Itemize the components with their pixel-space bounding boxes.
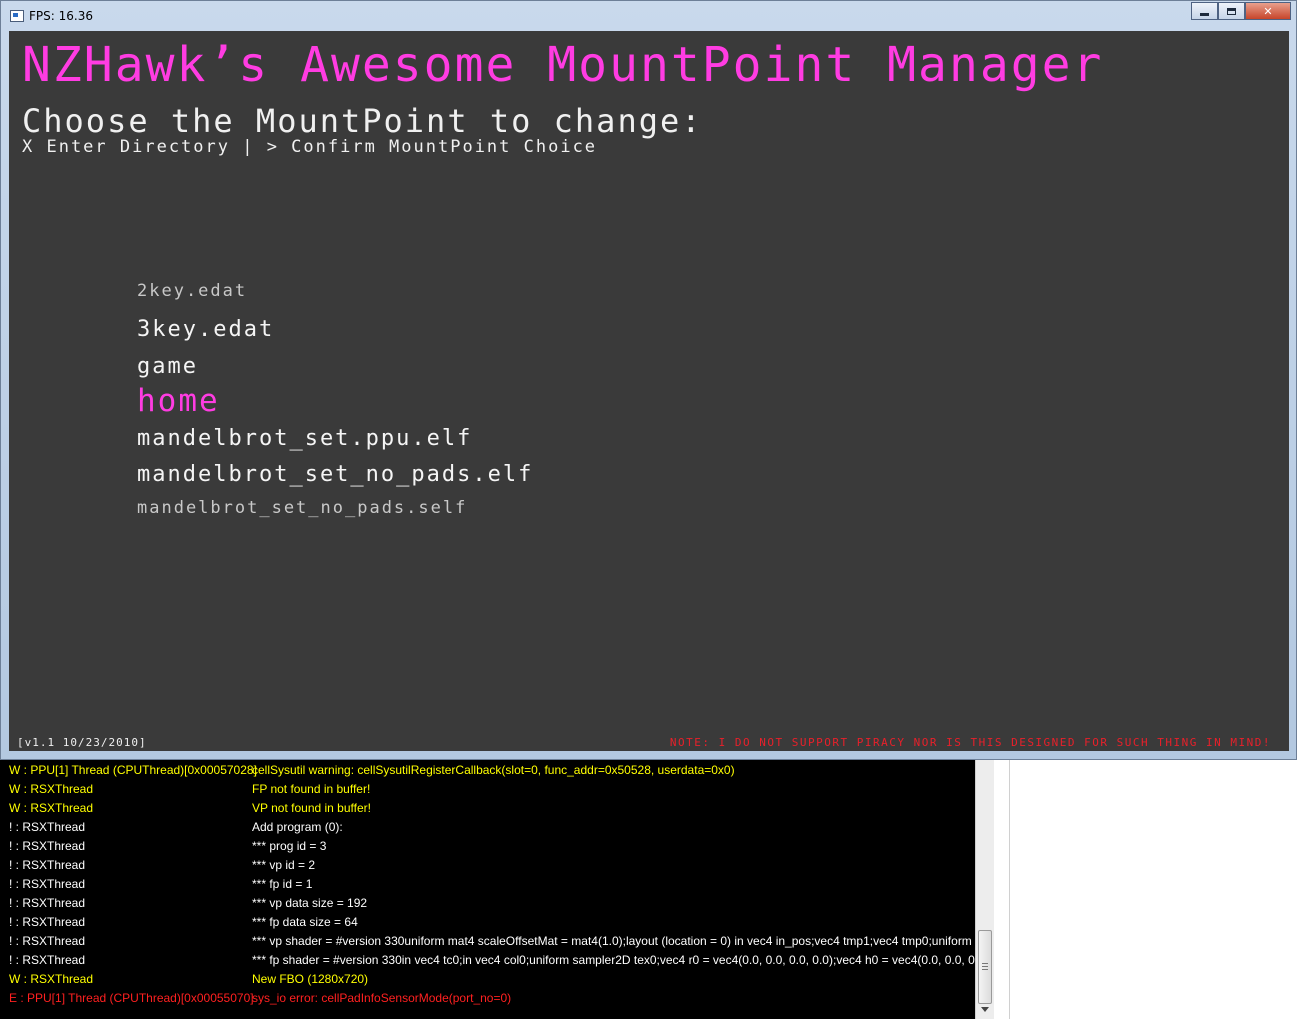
- log-source: ! : RSXThread: [9, 934, 86, 948]
- window-title: FPS: 16.36: [29, 9, 93, 23]
- log-source: ! : RSXThread: [9, 820, 86, 834]
- log-message: *** prog id = 3: [252, 839, 327, 853]
- log-message: *** fp id = 1: [252, 877, 313, 891]
- log-row: E : PPU[1] Thread (CPUThread)[0x00055070…: [0, 988, 975, 1007]
- log-source: W : RSXThread: [9, 782, 94, 796]
- log-source: W : PPU[1] Thread (CPUThread)[0x00057028…: [9, 763, 257, 777]
- minimize-icon: [1200, 12, 1209, 16]
- grip-line: [982, 969, 988, 970]
- window-controls: ✕: [1191, 2, 1291, 22]
- log-message: sys_io error: cellPadInfoSensorMode(port…: [252, 991, 512, 1005]
- log-source: E : PPU[1] Thread (CPUThread)[0x00055070…: [9, 991, 254, 1005]
- log-console[interactable]: W : PPU[1] Thread (CPUThread)[0x00057028…: [0, 760, 975, 1019]
- log-row: W : RSXThread New FBO (1280x720): [0, 969, 975, 988]
- scroll-thumb[interactable]: [978, 930, 992, 1004]
- log-source: ! : RSXThread: [9, 858, 86, 872]
- game-viewport[interactable]: NZHawk’s Awesome MountPoint Manager Choo…: [9, 31, 1289, 751]
- log-message: VP not found in buffer!: [252, 801, 371, 815]
- prompt-heading: Choose the MountPoint to change:: [22, 102, 703, 140]
- log-row: ! : RSXThread *** vp shader = #version 33…: [0, 931, 975, 950]
- piracy-note: NOTE: I DO NOT SUPPORT PIRACY NOR IS THI…: [669, 736, 1271, 749]
- menu-item[interactable]: mandelbrot_set_no_pads.elf: [137, 462, 533, 487]
- close-icon: ✕: [1263, 4, 1273, 18]
- log-message: *** vp data size = 192: [252, 896, 368, 910]
- grip-line: [982, 963, 988, 964]
- log-row: ! : RSXThread *** prog id = 3: [0, 836, 975, 855]
- log-source: W : RSXThread: [9, 801, 94, 815]
- app-window: FPS: 16.36 ✕ NZHawk’s Awesome MountPoint…: [0, 0, 1297, 760]
- app-icon: [10, 10, 24, 22]
- log-message: *** vp shader = #version 330uniform mat4…: [252, 934, 975, 948]
- log-row: ! : RSXThread *** fp shader = #version 33…: [0, 950, 975, 969]
- log-message: cellSysutil warning: cellSysutilRegister…: [252, 763, 735, 777]
- minimize-button[interactable]: [1191, 2, 1218, 20]
- menu-item[interactable]: 3key.edat: [137, 317, 274, 342]
- log-message: *** fp shader = #version 330in vec4 tc0;…: [252, 953, 975, 967]
- log-scrollbar[interactable]: [975, 760, 994, 1019]
- menu-item[interactable]: 2key.edat: [137, 281, 247, 301]
- version-label: [v1.1 10/23/2010]: [17, 736, 147, 749]
- app-title: NZHawk’s Awesome MountPoint Manager: [22, 37, 1104, 93]
- log-row: W : PPU[1] Thread (CPUThread)[0x00057028…: [0, 760, 975, 779]
- log-source: ! : RSXThread: [9, 953, 86, 967]
- menu-item[interactable]: game: [137, 354, 198, 379]
- maximize-icon: [1227, 7, 1236, 15]
- log-row: W : RSXThread VP not found in buffer!: [0, 798, 975, 817]
- log-source: ! : RSXThread: [9, 915, 86, 929]
- panel-divider: [1009, 760, 1010, 1019]
- log-source: ! : RSXThread: [9, 839, 86, 853]
- log-message: *** fp data size = 64: [252, 915, 358, 929]
- log-row: ! : RSXThread *** vp id = 2: [0, 855, 975, 874]
- log-row: W : RSXThread FP not found in buffer!: [0, 779, 975, 798]
- log-message: New FBO (1280x720): [252, 972, 369, 986]
- menu-item[interactable]: mandelbrot_set_no_pads.self: [137, 498, 467, 518]
- log-source: ! : RSXThread: [9, 877, 86, 891]
- close-button[interactable]: ✕: [1245, 2, 1291, 20]
- menu-item[interactable]: mandelbrot_set.ppu.elf: [137, 426, 472, 451]
- log-message: Add program (0):: [252, 820, 343, 834]
- controls-hint: X Enter Directory | > Confirm MountPoint…: [22, 137, 598, 157]
- maximize-button[interactable]: [1218, 2, 1245, 20]
- title-bar[interactable]: FPS: 16.36 ✕: [1, 1, 1296, 31]
- scroll-down-icon[interactable]: [981, 1007, 989, 1012]
- log-message: FP not found in buffer!: [252, 782, 371, 796]
- log-row: ! : RSXThread *** fp id = 1: [0, 874, 975, 893]
- log-row: ! : RSXThread *** fp data size = 64: [0, 912, 975, 931]
- log-row: ! : RSXThread *** vp data size = 192: [0, 893, 975, 912]
- grip-line: [982, 966, 988, 967]
- log-message: *** vp id = 2: [252, 858, 316, 872]
- log-source: ! : RSXThread: [9, 896, 86, 910]
- log-row: ! : RSXThread Add program (0):: [0, 817, 975, 836]
- log-source: W : RSXThread: [9, 972, 94, 986]
- menu-item-selected[interactable]: home: [137, 383, 220, 419]
